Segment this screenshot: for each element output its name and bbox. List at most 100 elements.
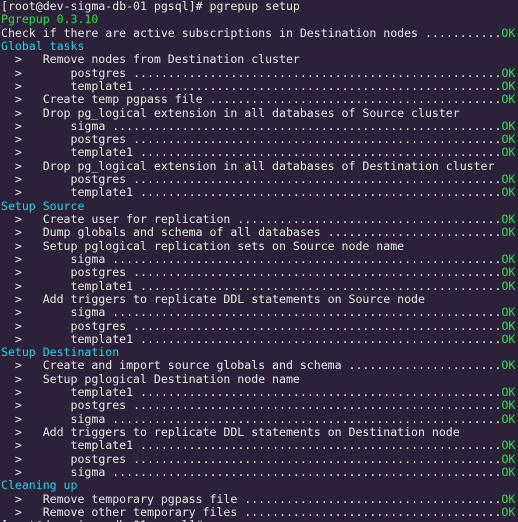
task-line: > Create and import source globals and s… (1, 359, 518, 372)
task-leader-dots: ..................................... (237, 504, 502, 519)
task-line: > template1 ............................… (1, 278, 518, 293)
task-line: > postgres .............................… (1, 65, 518, 80)
task-line: > template1 ............................… (1, 186, 518, 199)
task-label: postgres (70, 398, 127, 413)
task-leader-dots: ........................................… (133, 78, 502, 93)
task-bullet: > (1, 132, 71, 147)
task-status-ok: OK (501, 278, 516, 293)
task-bullet: > (1, 212, 43, 226)
task-status-ok: OK (501, 318, 516, 333)
task-leader-dots: ........................................… (126, 265, 502, 280)
task-leader-dots: ........................................… (126, 172, 502, 187)
task-leader-dots: ........................................… (105, 411, 502, 426)
task-leader-dots: ........................................… (133, 278, 502, 293)
shell-prompt: [root@dev-sigma-db-01 pgsql]# (1, 518, 210, 522)
task-status-ok: OK (501, 358, 516, 373)
task-label: Remove temporary pgpass file (42, 491, 238, 506)
task-label: postgres (70, 451, 127, 466)
task-label: sigma (70, 251, 106, 266)
task-status-ok: OK (501, 65, 516, 80)
task-status-ok: OK (501, 212, 516, 226)
task-line: > Remove other temporary files .........… (1, 504, 518, 519)
task-bullet: > (1, 358, 43, 373)
task-label: Setup pglogical replication sets on Sour… (42, 238, 405, 253)
task-label: Create temp pgpass file (42, 92, 203, 107)
task-status-ok: OK (501, 172, 516, 187)
task-line: > template1 ............................… (1, 78, 518, 93)
task-line: > postgres .............................… (1, 172, 518, 187)
section-header-text: Setup Source (1, 198, 85, 213)
task-bullet: > (1, 225, 43, 240)
task-leader-dots: ........................................… (105, 464, 502, 479)
task-status-ok: OK (501, 385, 516, 400)
task-label: sigma (70, 411, 106, 426)
task-bullet: > (1, 385, 71, 400)
task-bullet: > (1, 92, 43, 107)
task-label: Remove other temporary files (42, 504, 238, 519)
shell-command: pgrepup setup (209, 0, 300, 13)
terminal-screen[interactable]: [root@dev-sigma-db-01 pgsql]# pgrepup se… (0, 0, 518, 522)
task-line: > Drop pg_logical extension in all datab… (1, 158, 518, 173)
section-header-text: Global tasks (1, 38, 85, 53)
task-line: > postgres .............................… (1, 318, 518, 333)
task-label: template1 (70, 331, 134, 346)
task-status-ok: OK (501, 331, 516, 346)
task-bullet: > (1, 291, 43, 306)
task-leader-dots: ........................................… (105, 251, 502, 266)
task-status-ok: OK (501, 78, 516, 93)
task-leader-dots: ........................................… (105, 118, 502, 133)
task-label: sigma (70, 305, 106, 320)
task-line: > template1 ............................… (1, 439, 518, 452)
task-line: > sigma ................................… (1, 411, 518, 426)
task-line: > template1 ............................… (1, 146, 518, 159)
task-bullet: > (1, 425, 43, 439)
task-line: > sigma ................................… (1, 306, 518, 319)
task-line: > Drop pg_logical extension in all datab… (1, 106, 518, 120)
version-banner: Pgrepup 0.3.10 (1, 13, 518, 26)
task-leader-dots: ........................................… (133, 185, 502, 200)
task-bullet: > (1, 265, 71, 280)
task-bullet: > (1, 118, 71, 133)
task-leader-dots: ......................... (320, 225, 502, 240)
section-header: Setup Destination (1, 345, 518, 359)
task-label: template1 (70, 438, 134, 453)
task-bullet: > (1, 158, 43, 173)
task-status-ok: OK (501, 411, 516, 426)
task-leader-dots: ........................................… (133, 145, 502, 160)
task-label: Create user for replication (42, 212, 231, 226)
task-leader-dots: ........................................… (133, 385, 502, 400)
task-label: template1 (70, 145, 134, 160)
task-label: Create and import source globals and sch… (42, 358, 342, 373)
task-label: Setup pglogical Destination node name (42, 371, 300, 386)
task-label: Remove nodes from Destination cluster (42, 52, 300, 67)
task-status-ok: OK (501, 132, 516, 147)
task-line: > Create temp pgpass file ..............… (1, 93, 518, 106)
task-line: > postgres .............................… (1, 266, 518, 279)
task-line: > Setup pglogical replication sets on So… (1, 238, 518, 253)
task-bullet: > (1, 451, 71, 466)
task-bullet: > (1, 65, 71, 80)
task-line: > postgres .............................… (1, 132, 518, 147)
task-status-ok: OK (501, 225, 516, 240)
task-leader-dots: ........................................… (105, 305, 502, 320)
task-label: postgres (70, 172, 127, 187)
task-status-ok: OK (501, 491, 516, 506)
task-label: template1 (70, 278, 134, 293)
task-label: postgres (70, 265, 127, 280)
task-leader-dots: ..................................... (237, 491, 502, 506)
task-status-ok: OK (501, 398, 516, 413)
task-bullet: > (1, 251, 71, 266)
task-label: sigma (70, 464, 106, 479)
task-status-ok: OK (501, 438, 516, 453)
task-line: > template1 ............................… (1, 385, 518, 400)
task-status-ok: OK (501, 145, 516, 160)
task-line: > postgres .............................… (1, 399, 518, 412)
task-bullet: > (1, 185, 71, 200)
task-bullet: > (1, 145, 71, 160)
task-status-ok: OK (501, 305, 516, 320)
task-line: > Add triggers to replicate DDL statemen… (1, 425, 518, 439)
task-leader-dots: ........................................… (126, 132, 502, 147)
task-label: template1 (70, 385, 134, 400)
task-bullet: > (1, 504, 43, 519)
task-line: > sigma ................................… (1, 118, 518, 133)
